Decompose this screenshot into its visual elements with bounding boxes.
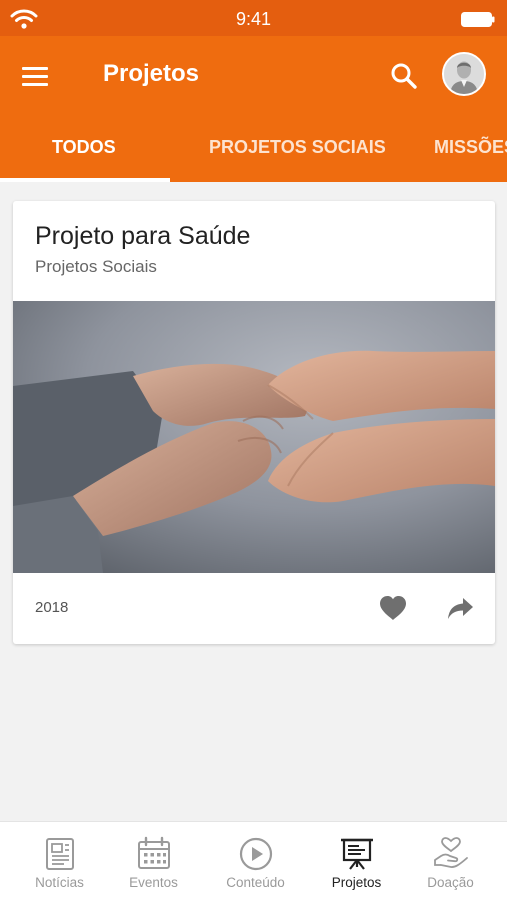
project-category: Projetos Sociais: [35, 257, 157, 276]
bottom-navigation: Notícias Eventos Conteúdo Projetos Doaçã…: [0, 821, 507, 900]
tab-active-indicator: [0, 178, 170, 182]
tab-projetos-sociais[interactable]: PROJETOS SOCIAIS: [209, 116, 386, 182]
menu-icon[interactable]: [22, 60, 54, 92]
battery-icon: [461, 12, 495, 27]
status-bar: 9:41: [0, 0, 507, 36]
calendar-icon: [137, 836, 170, 869]
nav-item-eventos[interactable]: Eventos: [103, 822, 204, 900]
nav-label-noticias: Notícias: [35, 875, 84, 890]
category-tabs: TODOS PROJETOS SOCIAIS MISSÕES: [0, 116, 507, 182]
project-title: Projeto para Saúde: [35, 222, 251, 250]
user-avatar-icon: [444, 54, 484, 94]
nav-label-doacao: Doação: [427, 875, 474, 890]
avatar[interactable]: [442, 52, 486, 96]
project-card[interactable]: Projeto para Saúde Projetos Sociais 2018: [13, 201, 495, 644]
heart-icon[interactable]: [378, 594, 408, 622]
newspaper-icon: [45, 838, 74, 870]
holding-hands-photo: [13, 301, 495, 573]
play-circle-icon: [239, 837, 272, 871]
project-year: 2018: [35, 599, 69, 616]
presentation-board-icon: [340, 838, 373, 870]
nav-item-conteudo[interactable]: Conteúdo: [205, 822, 306, 900]
share-icon[interactable]: [445, 594, 475, 622]
nav-label-projetos: Projetos: [331, 875, 382, 890]
nav-item-doacao[interactable]: Doação: [400, 822, 501, 900]
search-icon[interactable]: [388, 60, 420, 92]
app-bar: Projetos: [0, 36, 507, 116]
tab-missoes[interactable]: MISSÕES: [434, 116, 507, 182]
nav-label-eventos: Eventos: [129, 875, 178, 890]
nav-item-noticias[interactable]: Notícias: [9, 822, 110, 900]
project-image: [13, 301, 495, 573]
nav-item-projetos[interactable]: Projetos: [306, 822, 407, 900]
tab-todos[interactable]: TODOS: [52, 116, 116, 182]
status-time: 9:41: [235, 9, 272, 29]
heart-hand-icon: [433, 837, 468, 868]
page-title: Projetos: [103, 60, 200, 87]
nav-label-conteudo: Conteúdo: [226, 875, 285, 890]
